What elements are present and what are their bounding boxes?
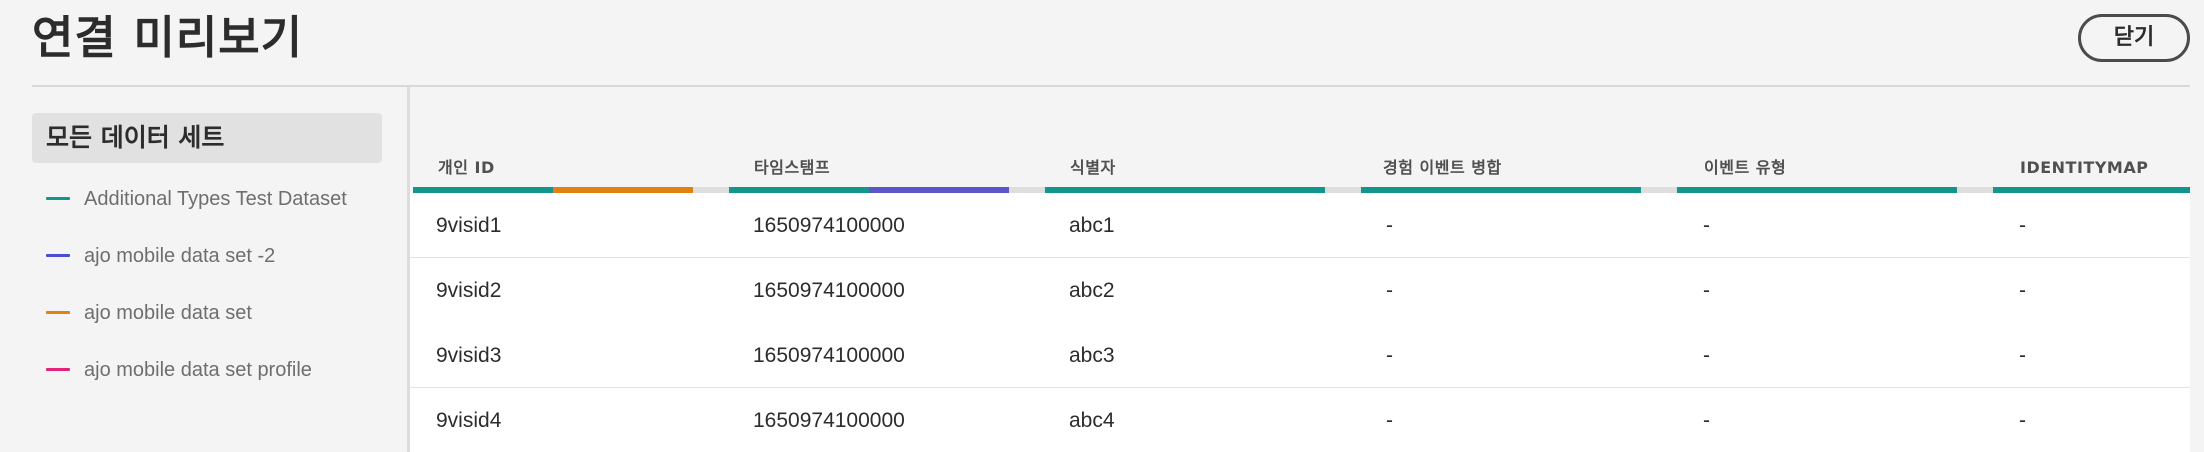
cell-person-id: 9visid1 — [436, 214, 502, 237]
cell-timestamp: 1650974100000 — [753, 409, 905, 432]
table-body: 9visid1 1650974100000 abc1 - - - 9visid2… — [410, 193, 2190, 452]
cell-timestamp: 1650974100000 — [753, 344, 905, 367]
preview-table: 개인 ID 타임스탬프 식별자 경험 이벤트 병합 이벤트 유형 IDENTIT… — [410, 87, 2190, 452]
cell-event-type: - — [1703, 214, 1710, 237]
dataset-item-ajo-mobile-profile[interactable]: ajo mobile data set profile — [32, 341, 382, 398]
cell-identitymap: - — [2019, 344, 2026, 367]
cell-experience-event-merge: - — [1386, 214, 1393, 237]
dataset-item-ajo-mobile-2[interactable]: ajo mobile data set -2 — [32, 227, 382, 284]
dataset-color-swatch — [46, 311, 70, 314]
column-header-identitymap[interactable]: IDENTITYMAP — [2020, 153, 2148, 183]
dataset-color-swatch — [46, 254, 70, 257]
cell-event-type: - — [1703, 279, 1710, 302]
cell-event-type: - — [1703, 344, 1710, 367]
cell-event-type: - — [1703, 409, 1710, 432]
page-title: 연결 미리보기 — [32, 11, 304, 64]
dataset-label: ajo mobile data set -2 — [84, 245, 276, 267]
table-row[interactable]: 9visid1 1650974100000 abc1 - - - — [410, 193, 2190, 258]
cell-experience-event-merge: - — [1386, 409, 1393, 432]
cell-person-id: 9visid4 — [436, 409, 502, 432]
dataset-color-swatch — [46, 368, 70, 371]
table-row[interactable]: 9visid3 1650974100000 abc3 - - - — [410, 323, 2190, 388]
dataset-sidebar: 모든 데이터 세트 Additional Types Test Dataset … — [32, 113, 382, 452]
dataset-label: ajo mobile data set profile — [84, 359, 312, 381]
column-header-event-type[interactable]: 이벤트 유형 — [1704, 153, 1786, 183]
column-header-experience-event-merge[interactable]: 경험 이벤트 병합 — [1383, 153, 1502, 183]
cell-person-id: 9visid2 — [436, 279, 502, 302]
cell-identifier: abc4 — [1069, 409, 1115, 432]
cell-experience-event-merge: - — [1386, 279, 1393, 302]
cell-identifier: abc2 — [1069, 279, 1115, 302]
cell-person-id: 9visid3 — [436, 344, 502, 367]
cell-identitymap: - — [2019, 409, 2026, 432]
dataset-list: Additional Types Test Dataset ajo mobile… — [32, 170, 382, 398]
column-header-identifier[interactable]: 식별자 — [1070, 153, 1116, 183]
column-header-timestamp[interactable]: 타임스탬프 — [754, 153, 830, 183]
cell-experience-event-merge: - — [1386, 344, 1393, 367]
cell-timestamp: 1650974100000 — [753, 214, 905, 237]
dataset-label: Additional Types Test Dataset — [84, 188, 347, 210]
cell-identifier: abc1 — [1069, 214, 1115, 237]
cell-identitymap: - — [2019, 214, 2026, 237]
table-row[interactable]: 9visid2 1650974100000 abc2 - - - — [410, 258, 2190, 323]
cell-identitymap: - — [2019, 279, 2026, 302]
connection-preview-dialog: 연결 미리보기 닫기 모든 데이터 세트 Additional Types Te… — [0, 0, 2204, 452]
dataset-item-additional-types[interactable]: Additional Types Test Dataset — [32, 170, 382, 227]
table-row[interactable]: 9visid4 1650974100000 abc4 - - - — [410, 388, 2190, 452]
cell-identifier: abc3 — [1069, 344, 1115, 367]
column-header-person-id[interactable]: 개인 ID — [438, 153, 495, 183]
dataset-color-swatch — [46, 197, 70, 200]
cell-timestamp: 1650974100000 — [753, 279, 905, 302]
all-datasets-heading[interactable]: 모든 데이터 세트 — [32, 113, 382, 163]
dataset-label: ajo mobile data set — [84, 302, 252, 324]
close-button[interactable]: 닫기 — [2078, 14, 2190, 62]
dataset-item-ajo-mobile[interactable]: ajo mobile data set — [32, 284, 382, 341]
